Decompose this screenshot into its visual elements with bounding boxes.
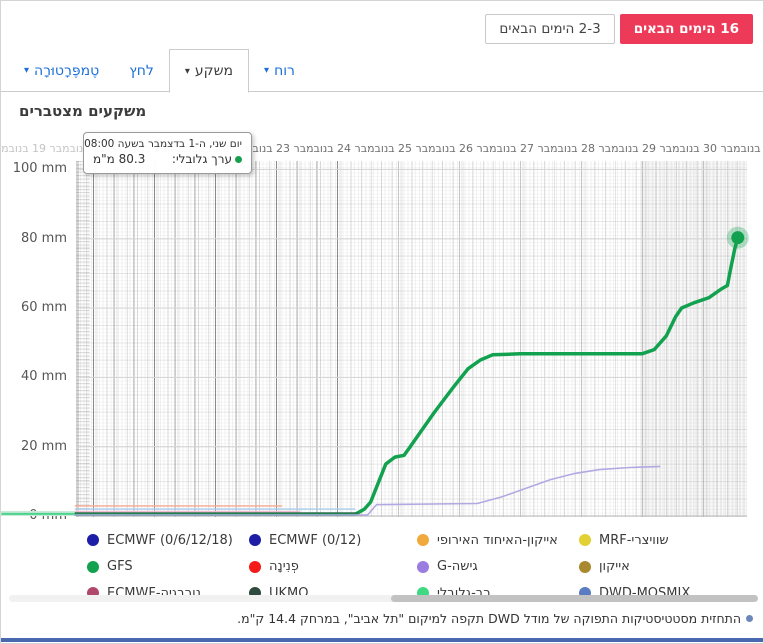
forecast-range-buttons: 16 הימים הבאים2-3 הימים הבאים [485,14,753,44]
chevron-down-icon: ▾ [264,65,269,76]
legend-label: אייקון [599,559,630,574]
tab-label: משקע [195,63,233,79]
x-axis-tick-label: 27 בנובמבר [520,142,578,155]
legend-color-dot-icon [579,534,591,546]
x-axis-tick-label: 30 בנובמבר [703,142,761,155]
chevron-down-icon: ▾ [185,66,190,77]
legend-color-dot-icon [417,561,429,573]
bullet-dot-icon [746,615,753,622]
model-footnote: התחזית מסטטיסטיקות התפוקה של מודל DWD תק… [237,611,753,626]
y-axis-tick-label: 80 mm [7,231,67,246]
tabs: ▾ טֶמפֶּרָטוּרָה לחץ ▾ משקע ▾ רוח [9,49,310,92]
y-axis-tick-label: 20 mm [7,439,67,454]
chart-scrollbar-thumb[interactable] [391,595,758,602]
legend-item[interactable]: שוויצרי-MRF [579,533,764,548]
series-color-dot-icon [235,156,242,163]
tooltip-series-name: ערך גלובלי: [172,152,242,166]
x-axis-tick-label: 25 בנובמבר [398,142,456,155]
y-axis-tick-label: 60 mm [7,300,67,315]
y-axis-tick-label: 100 mm [7,161,67,176]
x-axis-tick-label: 18 בנובמבר [0,142,29,155]
next-16-days-button[interactable]: 16 הימים הבאים [620,14,753,44]
y-axis-tick-label: 40 mm [7,369,67,384]
legend-color-dot-icon [579,561,591,573]
tab-bar: ▾ טֶמפֶּרָטוּרָה לחץ ▾ משקע ▾ רוח [1,49,764,92]
baseline-series-gutter-band [1,511,76,516]
legend-item[interactable]: אייקון-האיחוד האירופי [417,533,579,548]
next-2-3-days-button[interactable]: 2-3 הימים הבאים [485,14,614,44]
tooltip-date: יום שני, ה-1 בדצמבר בשעה 08:00 [93,138,242,150]
legend-item[interactable]: פְנִינָה [249,559,417,574]
tab-label: לחץ [129,63,154,79]
tooltip-row: ערך גלובלי: 80.3 מ"מ [93,152,242,166]
legend-label: פְנִינָה [269,559,299,574]
legend-color-dot-icon [249,561,261,573]
legend-label: שוויצרי-MRF [599,533,669,548]
legend-item[interactable]: GFS [87,559,249,574]
legend-label: GFS [107,559,133,574]
legend-label: ECMWF (0/12) [269,533,361,548]
legend-item[interactable]: גישה-G [417,559,579,574]
forecast-chart-page: 16 הימים הבאים2-3 הימים הבאים ▾ טֶמפֶּרָט… [0,0,764,644]
bottom-blue-bar [1,638,764,642]
x-axis-tick-label: 23 בנובמבר [276,142,334,155]
plot-dense-gridlines-left [76,161,356,517]
legend-color-dot-icon [417,534,429,546]
tab-label: טֶמפֶּרָטוּרָה [34,63,99,79]
x-axis-tick-label: 19 בנובמבר [32,142,90,155]
legend-color-dot-icon [87,534,99,546]
legend-color-dot-icon [249,534,261,546]
x-axis-tick-label: 24 בנובמבר [337,142,395,155]
tooltip-value: 80.3 מ"מ [93,152,145,166]
chevron-down-icon: ▾ [24,65,29,76]
legend-label: אייקון-האיחוד האירופי [437,533,558,548]
legend-label: גישה-G [437,559,478,574]
x-axis-tick-label: 26 בנובמבר [459,142,517,155]
page-title: משקעים מצטברים [19,102,146,120]
x-axis-tick-label: 28 בנובמבר [581,142,639,155]
x-axis-tick-label: 29 בנובמבר [642,142,700,155]
chart-tooltip: יום שני, ה-1 בדצמבר בשעה 08:00 ערך גלובל… [83,132,252,174]
legend-item[interactable]: ECMWF (0/12) [249,533,417,548]
tab-temperature[interactable]: ▾ טֶמפֶּרָטוּרָה [9,49,114,92]
tab-precipitation[interactable]: ▾ משקע [169,49,249,93]
tab-wind[interactable]: ▾ רוח [249,49,310,92]
plot-shaded-zone-right [641,161,747,517]
legend-item[interactable]: ECMWF (0/6/12/18) [87,533,249,548]
footnote-text: התחזית מסטטיסטיקות התפוקה של מודל DWD תק… [237,611,741,626]
legend-item[interactable]: אייקון [579,559,764,574]
legend-label: ECMWF (0/6/12/18) [107,533,233,548]
legend-color-dot-icon [87,561,99,573]
y-axis-minor-ticks [76,161,90,517]
tab-label: רוח [274,63,295,79]
tab-pressure[interactable]: לחץ [114,49,169,92]
